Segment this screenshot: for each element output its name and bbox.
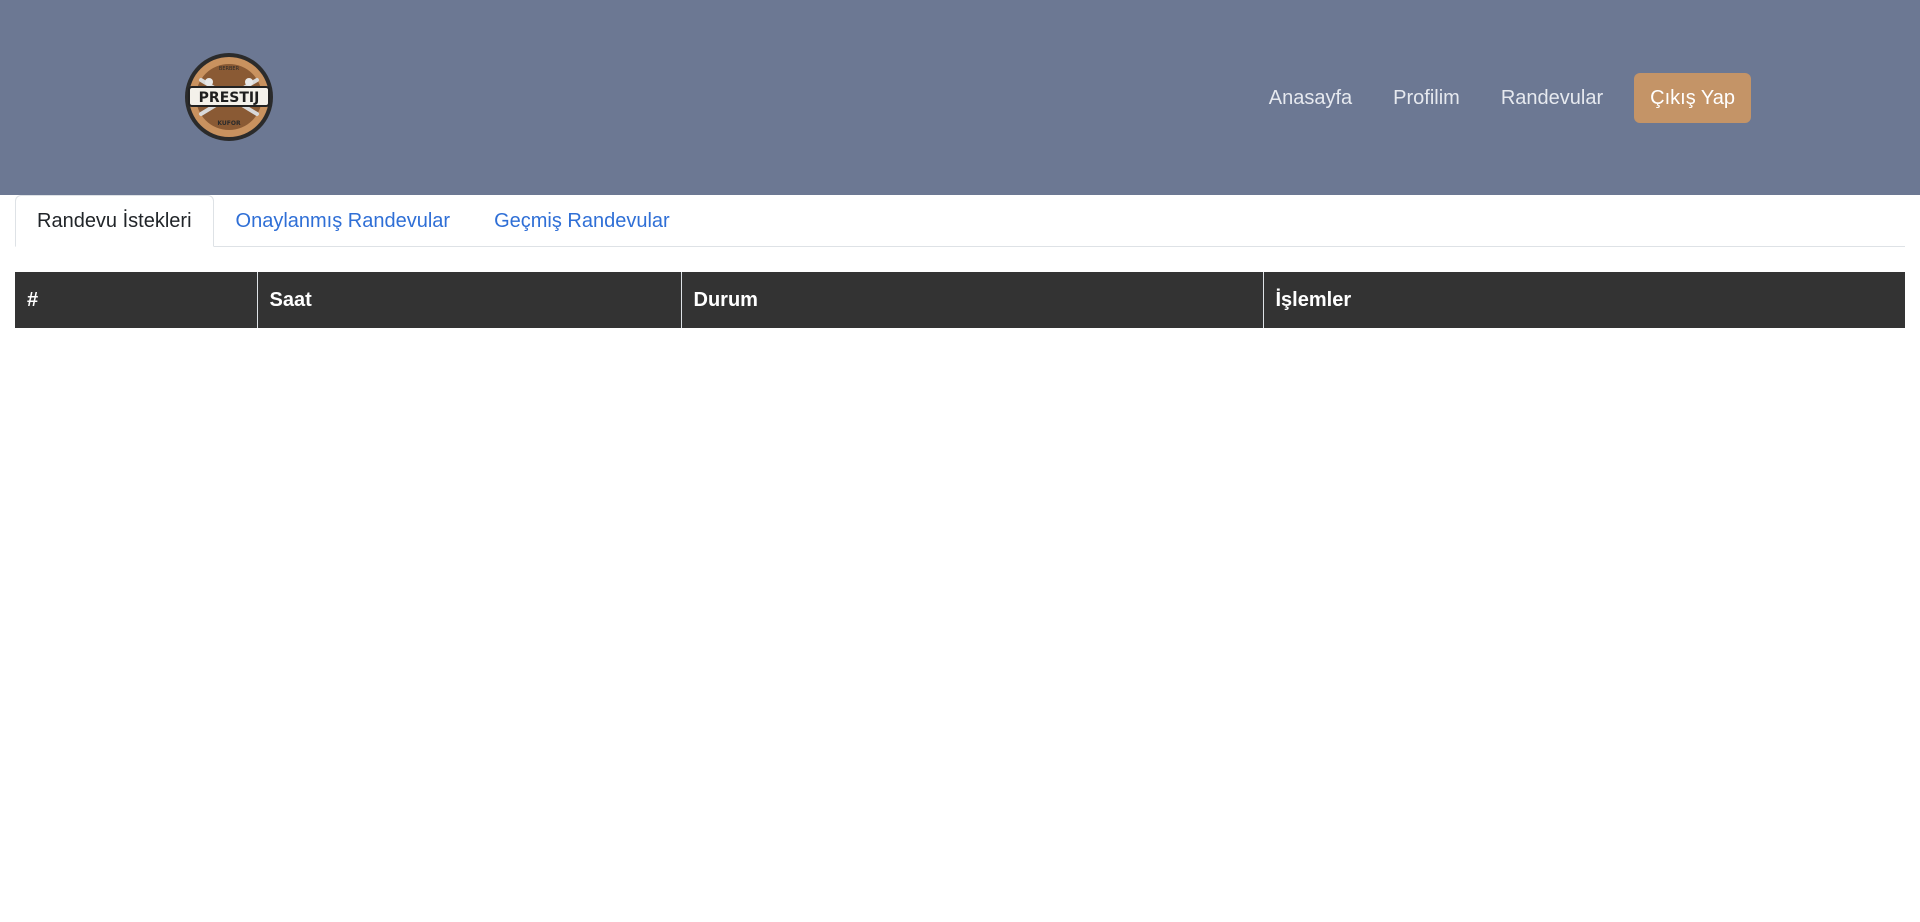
appointments-table: # Saat Durum İşlemler [15, 272, 1905, 328]
logout-button[interactable]: Çıkış Yap [1634, 73, 1751, 123]
column-header-durum: Durum [681, 272, 1264, 328]
tab-randevu-istekleri[interactable]: Randevu İstekleri [15, 195, 214, 247]
svg-text:KUFOR: KUFOR [217, 120, 241, 127]
svg-text:PRESTIJ: PRESTIJ [199, 90, 260, 106]
table-header: # Saat Durum İşlemler [15, 272, 1905, 328]
nav-link-profilim[interactable]: Profilim [1393, 87, 1460, 110]
column-header-islemler: İşlemler [1263, 272, 1905, 328]
site-header: PRESTIJ BERBER KUFOR Anasayfa Profilim R… [0, 0, 1920, 195]
column-header-saat: Saat [257, 272, 682, 328]
main-nav: Anasayfa Profilim Randevular Çıkış Yap [1228, 73, 1751, 123]
table-header-row: # Saat Durum İşlemler [15, 272, 1905, 328]
nav-link-randevular[interactable]: Randevular [1501, 87, 1603, 110]
tab-gecmis-randevular[interactable]: Geçmiş Randevular [472, 195, 692, 247]
prestij-logo[interactable]: PRESTIJ BERBER KUFOR [179, 52, 279, 142]
appointment-tabs: Randevu İstekleri Onaylanmış Randevular … [15, 195, 1905, 247]
tab-onaylanmis-randevular[interactable]: Onaylanmış Randevular [214, 195, 473, 247]
appointments-table-container: # Saat Durum İşlemler [15, 272, 1905, 328]
nav-link-anasayfa[interactable]: Anasayfa [1269, 87, 1352, 110]
logo-badge-icon: PRESTIJ BERBER KUFOR [185, 53, 273, 141]
column-header-number: # [15, 272, 258, 328]
svg-text:BERBER: BERBER [219, 66, 240, 72]
